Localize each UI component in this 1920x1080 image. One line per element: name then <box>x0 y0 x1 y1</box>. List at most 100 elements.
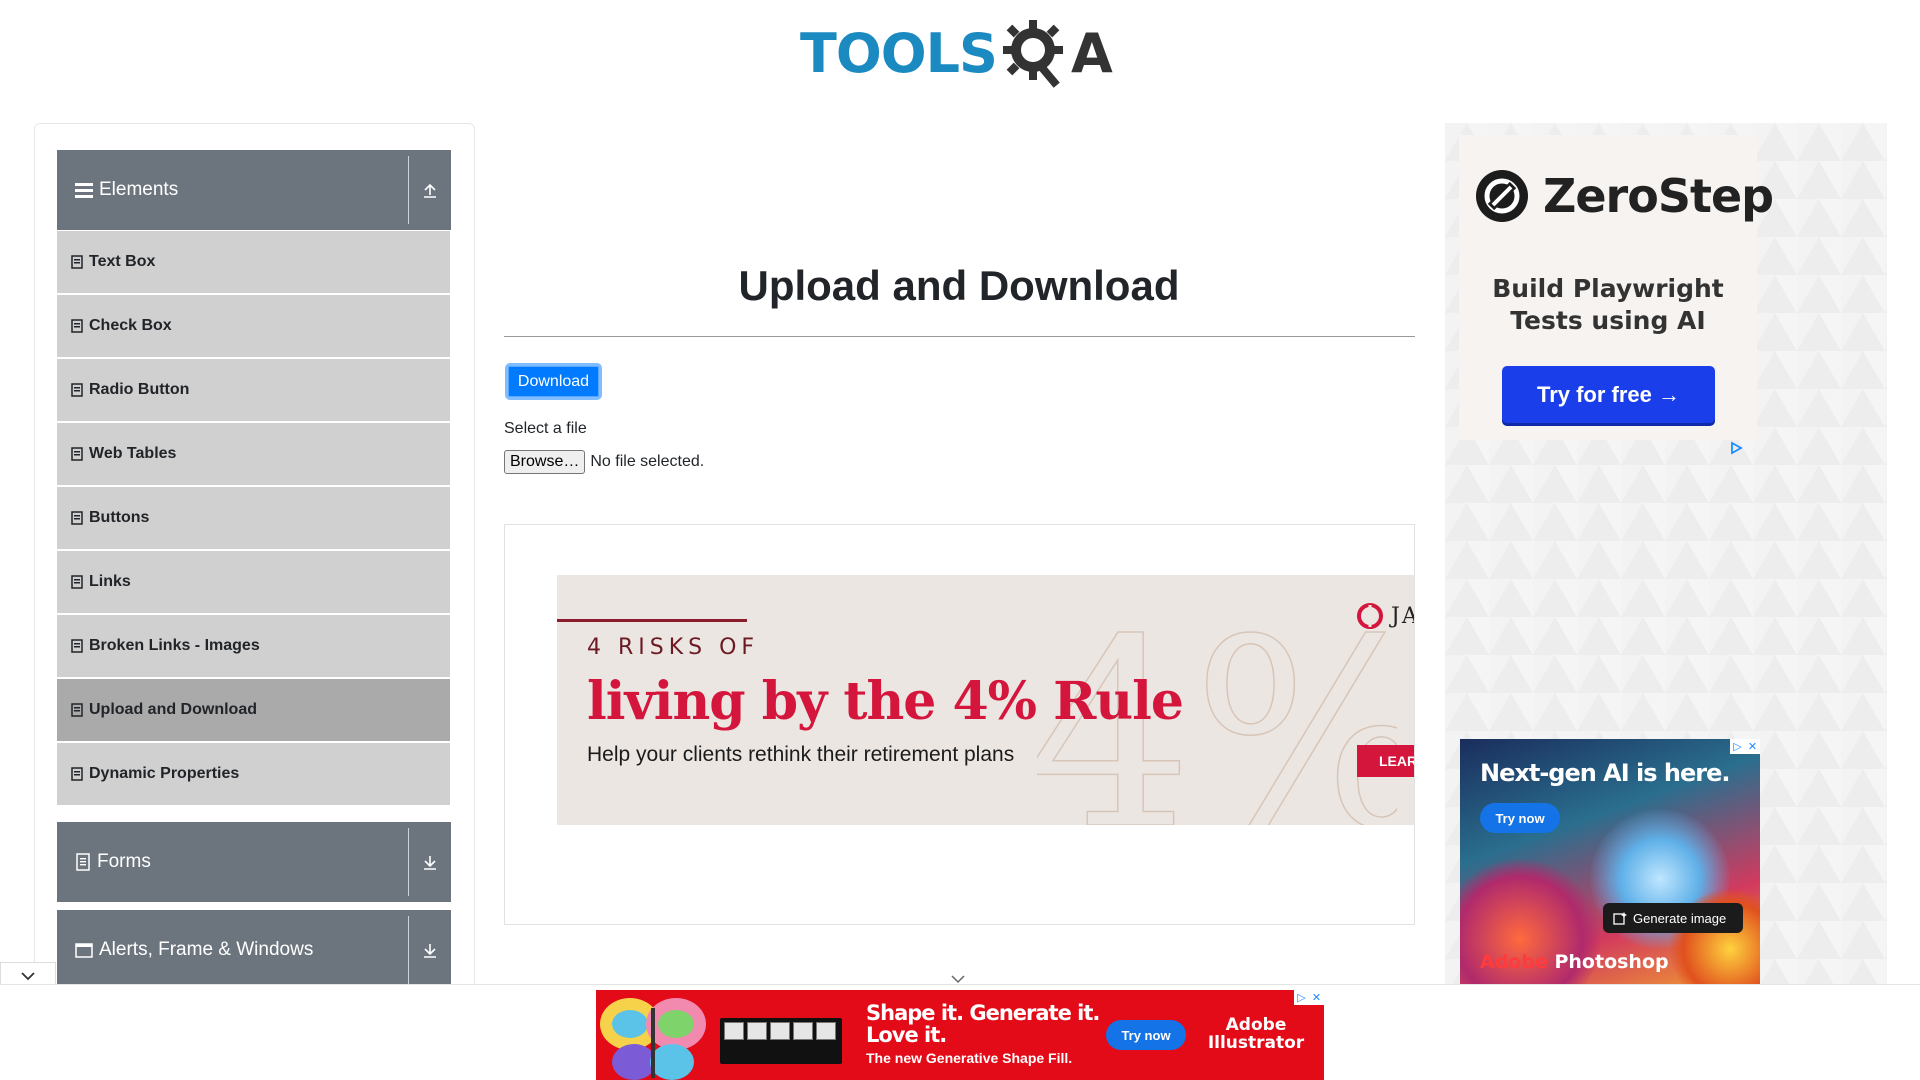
banner-rule <box>557 619 747 622</box>
list-icon <box>71 639 83 653</box>
window-icon <box>75 942 93 958</box>
photoshop-ad[interactable]: Next-gen AI is here. Try now Generate im… <box>1460 739 1760 989</box>
thumbnail <box>770 1022 790 1040</box>
expand-down-icon[interactable] <box>418 850 442 874</box>
menu-item-buttons[interactable]: Buttons <box>57 487 450 549</box>
zerostep-logo: ZeroStep <box>1475 169 1774 223</box>
tagline-line-1: Build Playwright <box>1492 274 1724 303</box>
adchoices-icon[interactable]: ▷ <box>1730 739 1745 754</box>
thumbnail <box>793 1022 813 1040</box>
menu-item-label: Web Tables <box>89 445 177 462</box>
right-ad-column: ZeroStep Build Playwright Tests using AI… <box>1445 123 1887 989</box>
page-title: Upload and Download <box>738 262 1180 309</box>
try-for-free-button[interactable]: Try for free → <box>1502 366 1715 423</box>
banner-subtext: Help your clients rethink their retireme… <box>587 743 1015 766</box>
file-status: No file selected. <box>590 453 705 470</box>
title-divider <box>504 336 1415 337</box>
menu-item-radio-button[interactable]: Radio Button <box>57 359 450 421</box>
divider <box>408 828 409 896</box>
banner-brand: JACK <box>1357 603 1414 629</box>
group-label: Forms <box>97 851 151 872</box>
close-icon[interactable]: ✕ <box>1745 739 1760 754</box>
sparkle-icon <box>1613 912 1627 925</box>
adchoices-icon[interactable] <box>1729 441 1743 455</box>
list-icon <box>71 511 83 525</box>
page: TOOLS A Elements Text Box Check Box Radi… <box>0 0 1920 1080</box>
ad-container: 4% 4 RISKS OF living by the 4% Rule Help… <box>504 524 1415 925</box>
expand-down-icon[interactable] <box>418 938 442 962</box>
menu-item-links[interactable]: Links <box>57 551 450 613</box>
zerostep-logo-icon <box>1476 170 1528 222</box>
banner-headline: living by the 4% Rule <box>587 671 1184 732</box>
illustrator-ad[interactable]: Shape it. Generate it. Love it. The new … <box>596 990 1324 1080</box>
gear-magnifier-icon <box>1002 20 1063 88</box>
banner-kicker: 4 RISKS OF <box>587 635 760 660</box>
brand-line-1: Adobe <box>1225 1015 1287 1035</box>
list-icon <box>71 575 83 589</box>
menu-item-label: Check Box <box>89 317 172 334</box>
thumbnail <box>816 1022 836 1040</box>
menu-item-upload-and-download[interactable]: Upload and Download <box>57 679 450 741</box>
tagline-line-2: Tests using AI <box>1510 306 1706 335</box>
brand-line-2: Illustrator <box>1207 1033 1305 1053</box>
toolsqa-logo[interactable]: TOOLS A <box>800 14 1113 92</box>
list-icon <box>71 319 83 333</box>
list-icon <box>71 255 83 269</box>
photoshop-headline: Next-gen AI is here. <box>1480 759 1730 787</box>
learn-more-button[interactable]: LEARN MO <box>1357 745 1414 777</box>
hamburger-icon <box>75 182 93 198</box>
retirement-ad-banner[interactable]: 4% 4 RISKS OF living by the 4% Rule Help… <box>557 575 1414 825</box>
list-icon <box>71 703 83 717</box>
jackson-logo-icon <box>1357 603 1383 629</box>
list-icon <box>71 447 83 461</box>
collapse-sticky-ad-button[interactable] <box>948 972 968 986</box>
illustrator-brand: Adobe Illustrator <box>1206 1016 1306 1052</box>
divider <box>408 156 409 224</box>
illustrator-headline: Shape it. Generate it. Love it. <box>866 1001 1100 1047</box>
menu-item-label: Buttons <box>89 509 150 526</box>
try-now-button[interactable]: Try now <box>1106 1020 1186 1050</box>
adchoices-icon[interactable]: ▷ <box>1294 990 1309 1005</box>
brand-product: Photoshop <box>1554 951 1669 973</box>
menu-item-text-box[interactable]: Text Box <box>57 231 450 293</box>
group-label: Elements <box>99 179 179 200</box>
generation-thumbnails <box>720 1018 842 1064</box>
select-file-label: Select a file <box>504 420 587 437</box>
download-button[interactable]: Download <box>505 363 602 400</box>
try-now-button[interactable]: Try now <box>1480 803 1560 833</box>
menu-item-check-box[interactable]: Check Box <box>57 295 450 357</box>
list-icon <box>71 767 83 781</box>
close-icon[interactable]: ✕ <box>1309 990 1324 1005</box>
group-label: Alerts, Frame & Windows <box>99 939 314 960</box>
group-forms-header[interactable]: Forms <box>57 822 451 902</box>
menu-item-label: Radio Button <box>89 381 190 398</box>
butterfly-graphic <box>600 998 706 1080</box>
list-icon <box>71 383 83 397</box>
chevron-down-icon <box>21 971 35 980</box>
banner-brand-label: JACK <box>1391 603 1414 629</box>
menu-item-dynamic-properties[interactable]: Dynamic Properties <box>57 743 450 805</box>
collapse-up-icon[interactable] <box>418 178 442 202</box>
sidebar: Elements Text Box Check Box Radio Button… <box>34 123 475 1003</box>
group-alerts-header[interactable]: Alerts, Frame & Windows <box>57 910 451 990</box>
menu-item-label: Broken Links - Images <box>89 637 260 654</box>
menu-item-label: Upload and Download <box>89 701 257 718</box>
thumbnail <box>724 1022 744 1040</box>
group-elements-header[interactable]: Elements <box>57 150 451 230</box>
menu-item-broken-links[interactable]: Broken Links - Images <box>57 615 450 677</box>
logo-text: TOOLS <box>800 21 998 85</box>
photoshop-brand: Adobe Photoshop <box>1480 951 1669 973</box>
zerostep-name: ZeroStep <box>1543 169 1774 223</box>
generate-image-label: Generate image <box>1633 910 1727 926</box>
file-upload-input[interactable]: Browse… No file selected. <box>504 450 704 474</box>
browse-button[interactable]: Browse… <box>504 450 586 474</box>
menu-item-web-tables[interactable]: Web Tables <box>57 423 450 485</box>
generate-image-chip[interactable]: Generate image <box>1603 903 1743 933</box>
chevron-down-icon <box>951 974 965 983</box>
zerostep-ad[interactable]: ZeroStep Build Playwright Tests using AI… <box>1459 135 1774 440</box>
headline-line-2: Love it. <box>866 1023 947 1047</box>
logo-letter: A <box>1070 21 1113 85</box>
brand-prefix: Adobe <box>1480 951 1548 973</box>
headline-line-1: Shape it. Generate it. <box>866 1001 1100 1025</box>
menu-item-label: Text Box <box>89 253 156 270</box>
